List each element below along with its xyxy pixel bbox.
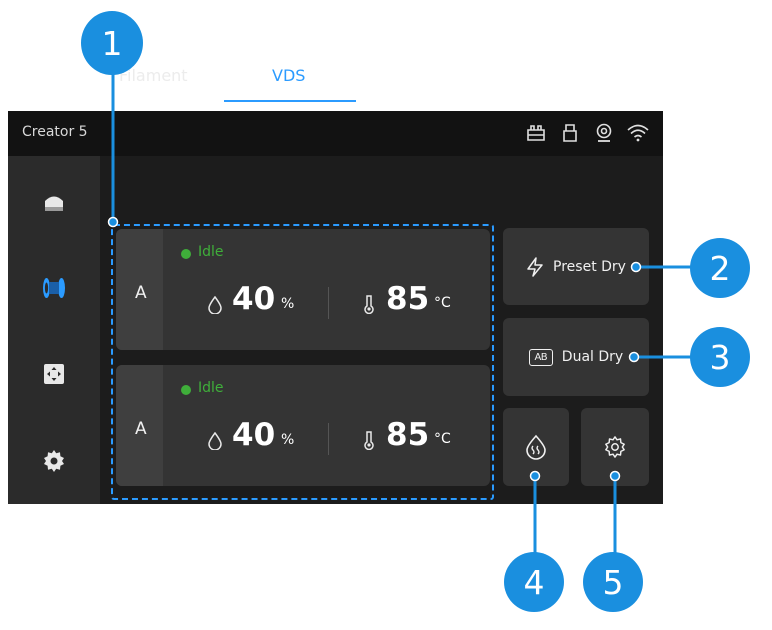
dual-dry-button[interactable]: AB Dual Dry — [503, 318, 649, 396]
humidity-icon — [526, 434, 546, 460]
home-icon — [45, 196, 63, 211]
slot-status: Idle — [198, 380, 224, 396]
slot-letter: A — [135, 283, 147, 303]
callout-3: 3 — [690, 327, 750, 387]
sidebar-item-home[interactable] — [34, 182, 74, 222]
status-dot-icon — [181, 385, 191, 395]
status-dot-icon — [181, 249, 191, 259]
dryer-slot-card[interactable]: A Idle 40 % 85 °C — [116, 365, 490, 486]
usb-icon — [559, 120, 581, 146]
callout-4: 4 — [504, 552, 564, 612]
filament-box-icon — [525, 120, 547, 146]
thermometer-icon — [364, 431, 374, 450]
printer-name: Creator 5 — [22, 124, 88, 140]
callout-1: 1 — [81, 11, 143, 75]
sidebar-item-move[interactable] — [34, 354, 74, 394]
active-tab-indicator — [224, 100, 356, 102]
humidity-unit: % — [281, 296, 295, 312]
water-drop-icon — [208, 432, 222, 450]
lightning-icon — [527, 256, 543, 277]
divider — [328, 287, 329, 319]
ab-icon: AB — [528, 348, 553, 366]
divider — [328, 423, 329, 455]
move-axes-icon — [44, 364, 64, 384]
temperature-value: 85 — [386, 281, 430, 317]
thermometer-icon — [364, 295, 374, 314]
humidity-unit: % — [281, 432, 295, 448]
dryer-slot-card[interactable]: A Idle 40 % 85 °C — [116, 229, 490, 350]
humidity-value: 40 — [232, 281, 276, 317]
callout-5: 5 — [583, 552, 643, 612]
sidebar-item-settings[interactable] — [34, 441, 74, 481]
sidebar — [8, 156, 100, 504]
humidity-button[interactable] — [503, 408, 569, 486]
filament-spool-icon — [43, 278, 65, 298]
temperature-value: 85 — [386, 417, 430, 453]
slot-status: Idle — [198, 244, 224, 260]
gear-icon — [605, 436, 625, 458]
temperature-unit: °C — [434, 431, 451, 447]
dual-dry-label: Dual Dry — [561, 349, 624, 365]
callout-2: 2 — [690, 238, 750, 298]
slot-letter: A — [135, 419, 147, 439]
status-bar: Creator 5 — [8, 111, 663, 156]
humidity-value: 40 — [232, 417, 276, 453]
camera-icon — [593, 120, 615, 146]
temperature-unit: °C — [434, 295, 451, 311]
dryer-settings-button[interactable] — [581, 408, 649, 486]
settings-gear-icon — [44, 450, 64, 472]
wifi-icon — [627, 120, 649, 146]
tab-vds[interactable]: VDS — [272, 66, 305, 85]
water-drop-icon — [208, 296, 222, 314]
sidebar-item-filament[interactable] — [34, 268, 74, 308]
preset-dry-button[interactable]: Preset Dry — [503, 228, 649, 305]
status-icons — [525, 120, 649, 146]
preset-dry-label: Preset Dry — [553, 258, 626, 275]
